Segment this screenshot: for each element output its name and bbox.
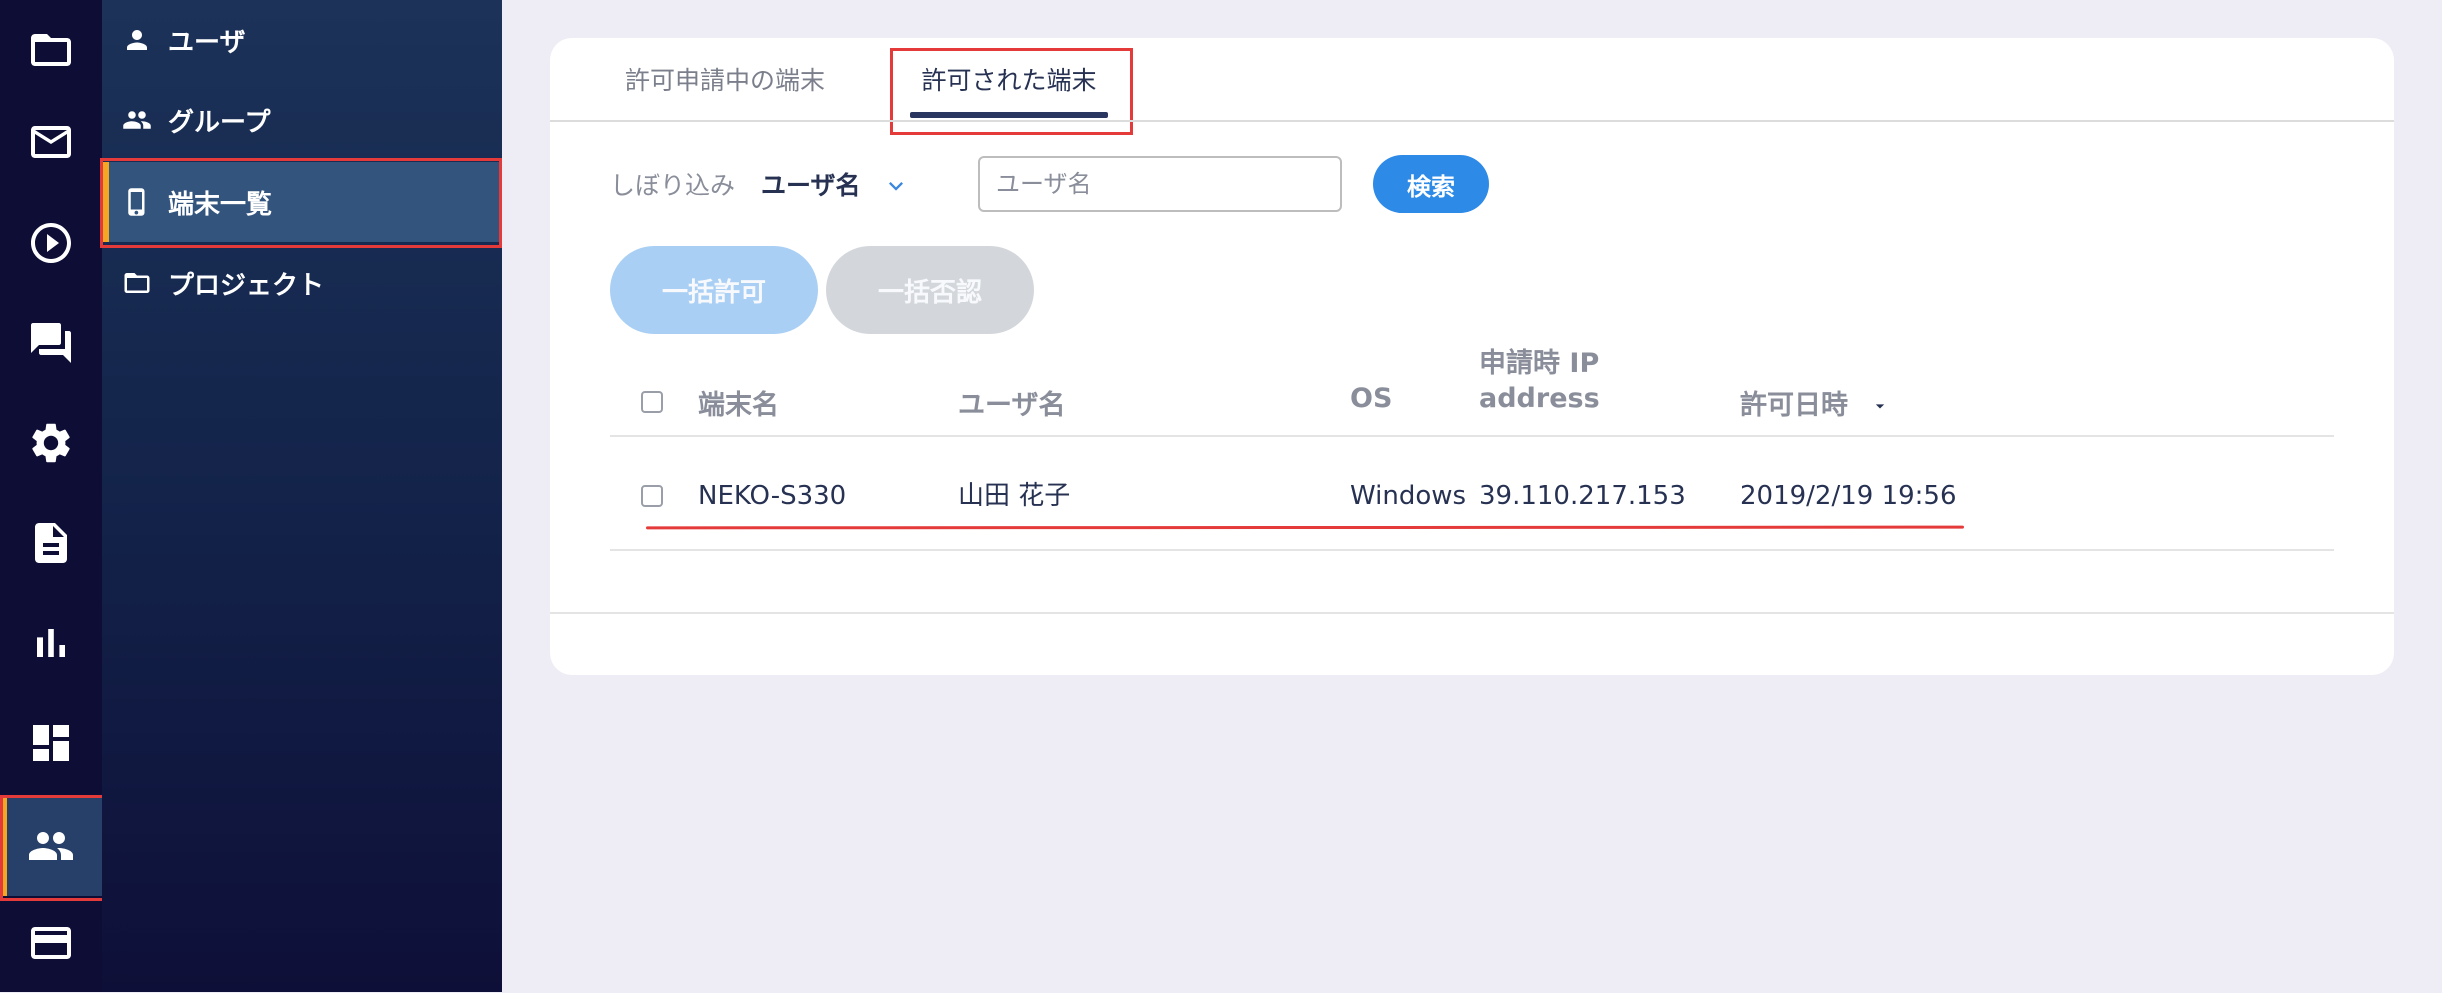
group-icon: [122, 105, 152, 135]
devices-card: 許可申請中の端末 許可された端末 しぼり込み ユーザ名 検索 一括許可 一括否認…: [550, 38, 2394, 675]
menu-item-label: プロジェクト: [168, 270, 325, 301]
row-divider: [610, 549, 2334, 551]
credit-card-icon: [31, 927, 71, 959]
menu-item-label: グループ: [168, 107, 271, 138]
menu-item-label: ユーザ: [168, 27, 246, 58]
menu-item-label: 端末一覧: [168, 189, 273, 220]
column-header-user[interactable]: ユーザ名: [958, 383, 1065, 422]
rail-folder-button[interactable]: [0, 0, 102, 100]
people-icon: [29, 832, 73, 860]
menu-item-devices[interactable]: 端末一覧: [102, 162, 502, 242]
cell-ip-address: 39.110.217.153: [1479, 481, 1686, 511]
menu-item-projects[interactable]: プロジェクト: [102, 243, 502, 323]
dashboard-icon: [33, 725, 69, 761]
mail-icon: [31, 126, 71, 158]
rail-settings-button[interactable]: [0, 393, 102, 493]
column-header-ip-line1[interactable]: 申請時 IP: [1479, 341, 1599, 380]
row-highlight-underline: [645, 525, 1965, 530]
cell-device-name: NEKO-S330: [698, 481, 847, 511]
caret-down-icon[interactable]: [1870, 396, 1890, 416]
tab-pending-devices[interactable]: 許可申請中の端末: [590, 38, 860, 120]
play-circle-icon: [31, 223, 71, 263]
filter-field-select[interactable]: ユーザ名: [761, 164, 861, 208]
menu-item-users[interactable]: ユーザ: [102, 0, 502, 80]
row-checkbox[interactable]: [641, 485, 663, 507]
bulk-deny-button[interactable]: 一括否認: [826, 246, 1034, 334]
person-icon: [122, 25, 152, 55]
search-input[interactable]: [978, 156, 1342, 212]
cell-os: Windows: [1350, 481, 1467, 511]
rail-analytics-button[interactable]: [0, 593, 102, 693]
menu-item-groups[interactable]: グループ: [102, 80, 502, 160]
column-header-ip-line2[interactable]: address: [1479, 383, 1600, 414]
select-all-checkbox[interactable]: [641, 391, 663, 413]
chat-icon: [31, 323, 71, 363]
rail-video-button[interactable]: [0, 193, 102, 293]
column-header-device[interactable]: 端末名: [698, 383, 779, 422]
rail-people-button[interactable]: [0, 796, 102, 896]
folder-outline-icon: [122, 268, 152, 298]
column-header-os[interactable]: OS: [1350, 383, 1392, 414]
active-tab-indicator: [910, 112, 1108, 118]
header-divider: [610, 435, 2334, 437]
gear-icon: [32, 423, 70, 463]
rail-chat-button[interactable]: [0, 293, 102, 393]
filter-label: しぼり込み: [610, 171, 736, 200]
bar-chart-icon: [37, 629, 65, 657]
rail-dashboard-button[interactable]: [0, 693, 102, 793]
tabs-divider: [550, 120, 2394, 122]
rail-billing-button[interactable]: [0, 893, 102, 993]
folder-icon: [31, 34, 71, 66]
smartphone-icon: [122, 187, 152, 217]
bulk-approve-button[interactable]: 一括許可: [610, 246, 818, 334]
rail-mail-button[interactable]: [0, 92, 102, 192]
document-icon: [35, 523, 67, 563]
cell-user-name: 山田 花子: [958, 481, 1071, 511]
card-footer-divider: [550, 612, 2394, 614]
search-button[interactable]: 検索: [1373, 155, 1489, 213]
tab-label: 許可された端末: [921, 66, 1097, 95]
side-menu: ユーザ グループ 端末一覧 プロジェクト: [102, 0, 502, 992]
tab-label: 許可申請中の端末: [624, 66, 825, 95]
chevron-down-icon[interactable]: [882, 164, 910, 208]
tab-approved-devices[interactable]: 許可された端末: [910, 38, 1108, 120]
column-header-date[interactable]: 許可日時: [1740, 383, 1848, 422]
icon-rail: [0, 0, 102, 992]
cell-approved-date: 2019/2/19 19:56: [1740, 481, 1957, 511]
rail-document-button[interactable]: [0, 493, 102, 593]
